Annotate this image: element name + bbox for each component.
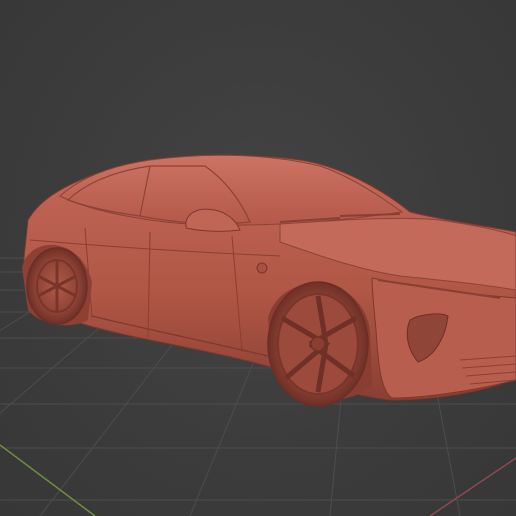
- y-axis-line: [0, 444, 96, 516]
- front-bumper: [371, 277, 516, 399]
- front-wheel: [267, 281, 369, 407]
- rear-wheel: [26, 247, 88, 325]
- charging-port: [256, 262, 268, 274]
- viewport-canvas[interactable]: [0, 0, 516, 516]
- 3d-viewport[interactable]: [0, 0, 516, 516]
- x-axis-line: [429, 457, 516, 516]
